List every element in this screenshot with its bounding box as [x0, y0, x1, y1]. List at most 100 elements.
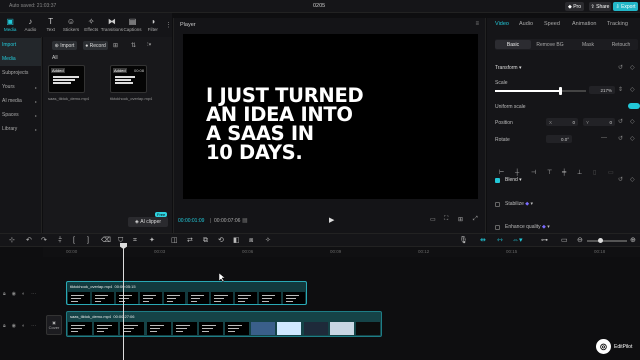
- more-tools-icon[interactable]: ⋮: [165, 21, 172, 37]
- split-right-icon[interactable]: ]: [87, 237, 89, 244]
- scale-value-field[interactable]: 217%: [589, 86, 615, 94]
- timeline-clip[interactable]: saas_tiktok_demo.mp4 00:00:27:06: [66, 311, 382, 337]
- grid-view-icon[interactable]: ⊞: [113, 42, 118, 49]
- split-icon[interactable]: ⫩: [58, 237, 62, 244]
- nav-item-ai-media[interactable]: AI media ▸: [0, 94, 41, 108]
- zoom-out-icon[interactable]: ⊖: [577, 237, 583, 244]
- select-tool-icon[interactable]: ⊹: [9, 237, 15, 244]
- nav-item-import[interactable]: Import: [0, 38, 41, 52]
- nav-item-spaces[interactable]: Spaces ▸: [0, 108, 41, 122]
- reverse-icon[interactable]: ⇄: [187, 237, 193, 244]
- subtab-retouch[interactable]: Retouch: [605, 40, 637, 49]
- reset-icon[interactable]: ↺: [618, 118, 623, 125]
- auto-snap-icon[interactable]: ⇿: [497, 237, 503, 244]
- subtab-basic[interactable]: Basic: [495, 40, 531, 49]
- color-icon[interactable]: ◧: [233, 237, 240, 244]
- share-button[interactable]: ⇧ Share: [589, 2, 611, 11]
- reset-icon[interactable]: ↺: [618, 176, 623, 183]
- tool-tab-audio[interactable]: ♪ Audio: [20, 13, 40, 37]
- ai-edit-icon[interactable]: ✦: [149, 237, 155, 244]
- media-thumbnail[interactable]: Added 00:08: [110, 65, 147, 93]
- nav-item-yours[interactable]: Yours ▸: [0, 80, 41, 94]
- tab-tracking[interactable]: Tracking: [607, 21, 628, 27]
- keyframe-icon[interactable]: ◇: [630, 118, 635, 125]
- timeline-ruler[interactable]: 00:00 00:03 00:06 00:09 00:12 00:15 00:18: [43, 247, 640, 257]
- filter-all[interactable]: All: [52, 55, 58, 61]
- fit-icon[interactable]: ▭: [561, 237, 568, 244]
- zoom-slider-handle[interactable]: [598, 238, 603, 243]
- media-item[interactable]: Added saas_tiktok_demo.mp4: [48, 65, 89, 101]
- linkage-icon[interactable]: ⇔▾: [512, 237, 523, 244]
- filter-dropdown-icon[interactable]: ⫶▾: [147, 42, 151, 49]
- lock-icon[interactable]: 🔒︎: [3, 291, 6, 297]
- tool-tab-stickers[interactable]: ☺ Stickers: [61, 13, 81, 37]
- stabilize-checkbox[interactable]: [495, 202, 500, 207]
- tool-tab-media[interactable]: ▣ Media: [0, 13, 20, 37]
- media-thumbnail[interactable]: Added: [48, 65, 85, 93]
- mirror-icon[interactable]: ⧉: [203, 237, 208, 244]
- position-x-field[interactable]: X0: [546, 118, 578, 126]
- uniform-scale-toggle[interactable]: [628, 103, 640, 109]
- cover-button[interactable]: ▣ Cover: [46, 315, 62, 335]
- audio-icon[interactable]: ◐: [22, 291, 25, 297]
- visibility-icon[interactable]: ◉: [12, 291, 16, 297]
- tool-tab-filter[interactable]: ◑ Filter: [143, 13, 163, 37]
- zoom-icon[interactable]: ⊞: [458, 216, 463, 223]
- nav-item-media[interactable]: Media: [0, 52, 41, 66]
- tool-tab-transitions[interactable]: ⧓ Transitions: [101, 13, 123, 37]
- enhance-checkbox[interactable]: [495, 225, 500, 230]
- stabilize-heading[interactable]: Stabilize ◆ ▾: [505, 201, 533, 207]
- scale-slider[interactable]: [495, 87, 586, 95]
- smart-cut-icon[interactable]: ✧: [265, 237, 271, 244]
- align-top-icon[interactable]: ⊤: [547, 170, 555, 176]
- ai-clipper-button[interactable]: ◈ AI clipper: [128, 217, 168, 227]
- tool-tab-captions[interactable]: ▤ Captions: [122, 13, 142, 37]
- tool-tab-text[interactable]: T Text: [41, 13, 61, 37]
- stepper-icon[interactable]: ⇕: [618, 86, 623, 93]
- redo-icon[interactable]: ↷: [41, 237, 47, 244]
- reset-icon[interactable]: ↺: [618, 135, 623, 142]
- timeline-view-icon[interactable]: ▦: [242, 217, 248, 224]
- freeze-icon[interactable]: ◫: [171, 237, 178, 244]
- lock-icon[interactable]: 🔒︎: [3, 323, 6, 329]
- align-center-h-icon[interactable]: ┼: [515, 170, 523, 176]
- player-menu-icon[interactable]: ≡: [475, 21, 479, 27]
- fullscreen-icon[interactable]: ⤢: [473, 216, 478, 223]
- crop-icon[interactable]: ⌗: [133, 237, 137, 244]
- tab-audio[interactable]: Audio: [519, 21, 533, 27]
- zoom-in-icon[interactable]: ⊕: [630, 237, 636, 244]
- align-right-icon[interactable]: ⊣: [531, 170, 539, 176]
- position-y-field[interactable]: Y0: [583, 118, 615, 126]
- tab-animation[interactable]: Animation: [572, 21, 596, 27]
- preview-axis-icon[interactable]: ⊶: [541, 237, 548, 244]
- more-icon[interactable]: ⋯: [31, 323, 36, 329]
- sort-icon[interactable]: ⇅: [131, 42, 136, 49]
- import-button[interactable]: ⊕ Import: [52, 41, 77, 50]
- align-bottom-icon[interactable]: ⊥: [577, 170, 585, 176]
- snapshot-icon[interactable]: ⛶: [444, 216, 448, 223]
- export-button[interactable]: ⇩ Export: [613, 2, 638, 11]
- rotate-dash[interactable]: —: [601, 135, 607, 141]
- record-button[interactable]: ● Record: [83, 41, 108, 50]
- visibility-icon[interactable]: ◉: [12, 323, 16, 329]
- split-left-icon[interactable]: [: [73, 237, 75, 244]
- blend-heading[interactable]: Blend ▾: [505, 177, 522, 183]
- audio-icon[interactable]: ◐: [22, 323, 25, 329]
- keyframe-icon[interactable]: ◇: [630, 135, 635, 142]
- pro-button[interactable]: ◆ Pro: [565, 2, 584, 11]
- scale-slider-handle[interactable]: [559, 87, 563, 95]
- video-canvas[interactable]: I JUST TURNED AN IDEA INTO A SAAS IN 10 …: [183, 34, 478, 199]
- align-center-v-icon[interactable]: ╪: [562, 170, 570, 176]
- distribute-v-icon[interactable]: ▭: [608, 170, 616, 176]
- zoom-slider[interactable]: [587, 238, 627, 243]
- reset-icon[interactable]: ↺: [618, 64, 623, 71]
- undo-icon[interactable]: ↶: [26, 237, 32, 244]
- play-icon[interactable]: ▶: [329, 216, 334, 224]
- transform-heading[interactable]: Transform ▾: [495, 65, 522, 71]
- aspect-ratio-icon[interactable]: ▭: [430, 216, 436, 223]
- nav-item-subprojects[interactable]: Subprojects: [0, 66, 41, 80]
- tab-speed[interactable]: Speed: [544, 21, 560, 27]
- mic-icon[interactable]: 🎙: [459, 237, 468, 244]
- rotate-field[interactable]: 0.0°: [546, 135, 572, 143]
- blend-checkbox[interactable]: [495, 178, 500, 183]
